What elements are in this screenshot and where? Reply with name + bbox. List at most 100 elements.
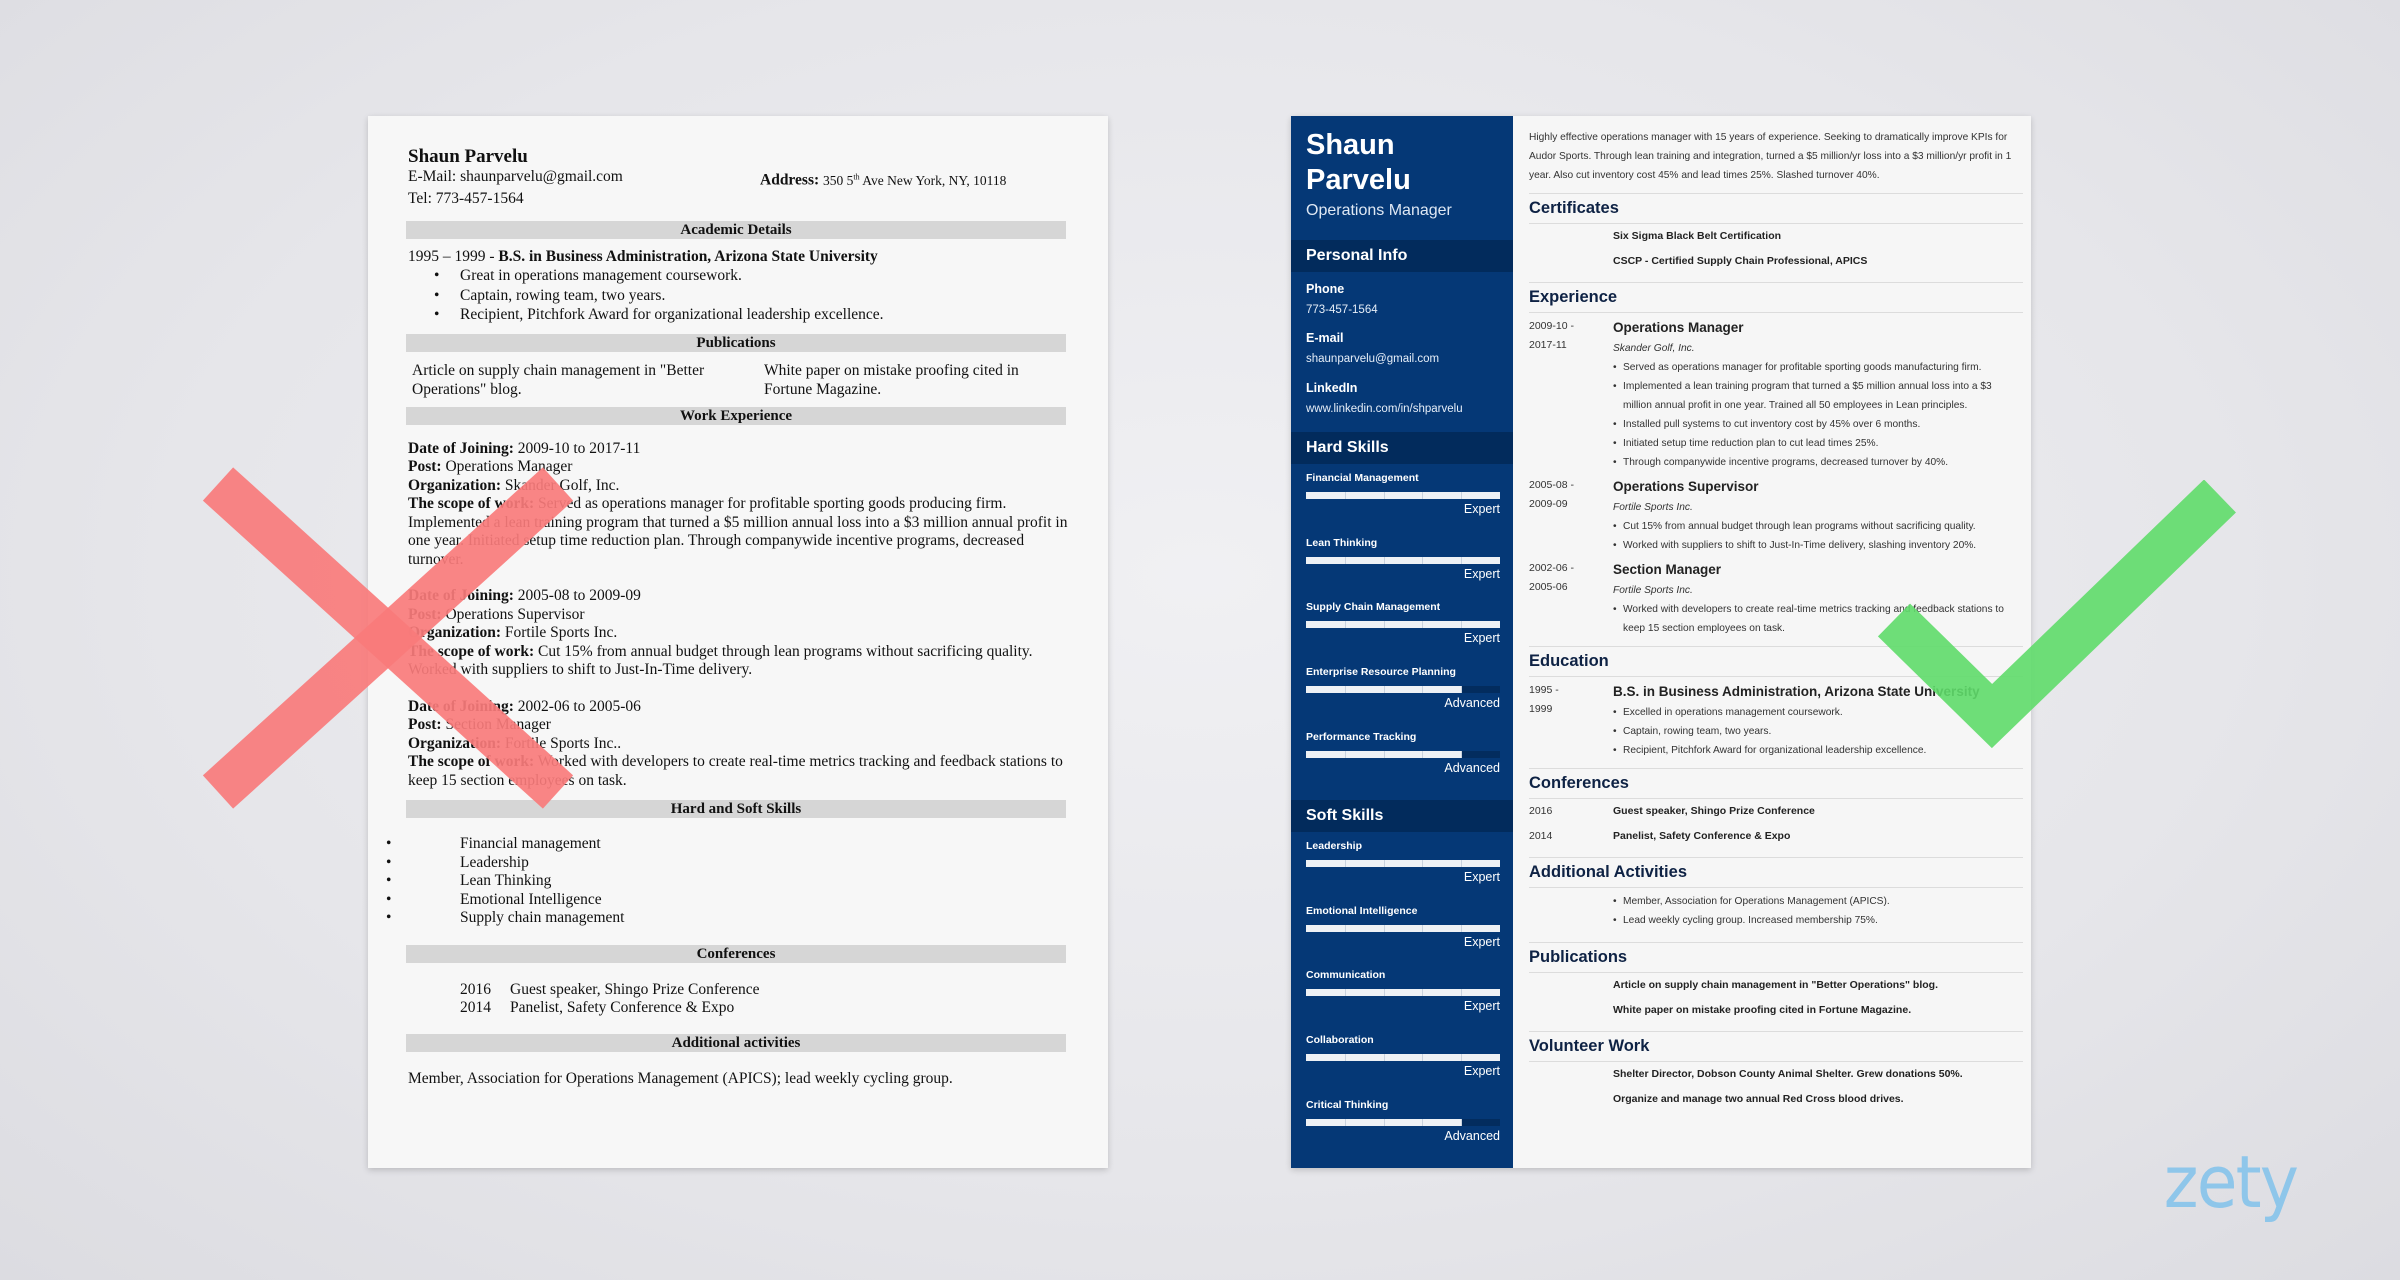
list-item: Lean Thinking: [386, 872, 1068, 891]
volunteer-list: Shelter Director, Dobson County Animal S…: [1529, 1062, 2023, 1112]
list-item: Recipient, Pitchfork Award for organizat…: [1613, 741, 2023, 760]
skill-bar-tick: [1461, 621, 1463, 629]
skill-bar-tick: [1422, 686, 1424, 694]
experience-heading: Experience: [1529, 282, 2023, 313]
skill-level-label: Expert: [1463, 934, 1500, 949]
skill-level-bar: [1306, 860, 1500, 867]
conference-item: 2014 Panelist, Safety Conference & Expo: [1529, 830, 1791, 842]
skill-item: Performance Tracking Advanced: [1306, 729, 1500, 793]
phone-label: Phone: [1306, 282, 1345, 296]
conferences-heading: Conferences: [1529, 768, 2023, 799]
skill-bar-tick: [1344, 989, 1346, 997]
section-bar-academic: Academic Details: [406, 220, 1066, 239]
list-item: Great in operations management coursewor…: [434, 266, 1068, 286]
bad-conferences: 2016 Guest speaker, Shingo Prize Conferen…: [408, 981, 1068, 1018]
bad-job-entry: Date of Joining: 2009-10 to 2017-11 Post…: [408, 439, 1068, 568]
skill-bar-tick: [1461, 860, 1463, 867]
resume-name: Shaun Parvelu: [1306, 129, 1411, 196]
skill-level-bar: [1306, 924, 1500, 932]
list-item: Lead weekly cycling group. Increased mem…: [1613, 911, 2023, 930]
skill-bar-tick: [1422, 860, 1424, 867]
company-name: Fortile Sports Inc.: [1613, 585, 1693, 596]
conference-item: 2014 Panelist, Safety Conference & Expo: [460, 999, 735, 1016]
personal-info-heading: Personal Info: [1291, 240, 1513, 272]
email-value: shaunparvelu@gmail.com: [460, 168, 623, 185]
skill-item: Communication Expert: [1306, 967, 1500, 1031]
education-heading: Education: [1529, 646, 2023, 677]
skill-bar-tick: [1344, 556, 1346, 564]
list-item: Through companywide incentive programs, …: [1613, 453, 2023, 472]
list-item: Financial management: [386, 835, 1068, 854]
skill-bar-tick: [1422, 621, 1424, 629]
skill-level-bar: [1306, 1118, 1500, 1126]
volunteer-heading: Volunteer Work: [1529, 1031, 2023, 1062]
skill-item: Emotional Intelligence Expert: [1306, 903, 1500, 967]
address-label: Address:: [760, 171, 820, 189]
list-item: Worked with developers to create real-ti…: [1613, 600, 2023, 638]
skill-bar-tick: [1383, 989, 1385, 997]
skill-bar-tick: [1344, 924, 1346, 932]
skill-level-label: Expert: [1463, 502, 1500, 516]
skill-bar-tick: [1461, 1054, 1463, 1062]
skill-name: Lean Thinking: [1306, 536, 1378, 549]
volunteer-item: Shelter Director, Dobson County Animal S…: [1613, 1068, 1963, 1080]
skill-bar-tick: [1344, 492, 1346, 499]
skill-bar-tick: [1344, 750, 1346, 758]
hard-skills-heading: Hard Skills: [1291, 432, 1513, 464]
list-item: Leadership: [386, 854, 1068, 873]
skill-level-fill: [1306, 1054, 1500, 1062]
experience-list: 2009-10 -2017-11 Operations Manager Skande…: [1529, 313, 2023, 638]
skill-name: Collaboration: [1306, 1034, 1374, 1047]
job-title: Operations Supervisor: [1613, 479, 1759, 494]
skill-bar-tick: [1344, 621, 1346, 629]
skill-level-fill: [1306, 492, 1500, 499]
skill-bar-tick: [1461, 492, 1463, 499]
skill-bar-tick: [1461, 750, 1463, 758]
skill-item: Collaboration Expert: [1306, 1032, 1500, 1096]
resume-main-column: Highly effective operations manager with…: [1529, 128, 2023, 1112]
linkedin-value: www.linkedin.com/in/shparvelu: [1306, 403, 1463, 415]
conference-item: 2016 Guest speaker, Shingo Prize Conferen…: [460, 980, 760, 998]
email-label: E-Mail:: [408, 168, 457, 185]
skill-bar-tick: [1422, 1118, 1424, 1126]
list-item: Member, Association for Operations Manag…: [1613, 892, 2023, 911]
conferences-list: 2016 Guest speaker, Shingo Prize Conferen…: [1529, 799, 2023, 849]
certificates-heading: Certificates: [1529, 193, 2023, 224]
bad-activities: Member, Association for Operations Manag…: [408, 1069, 953, 1087]
company-name: Skander Golf, Inc.: [1613, 343, 1695, 354]
education-entry: 1995 -1999 B.S. in Business Administrati…: [1529, 677, 2023, 760]
bad-resume-document: Shaun Parvelu E-Mail: shaunparvelu@gmail…: [368, 116, 1108, 1168]
job-title: Operations Manager: [1613, 320, 1744, 335]
publication-item: White paper on mistake proofing cited in…: [1613, 1004, 1912, 1016]
good-resume-document: Shaun Parvelu Operations Manager Personal…: [1291, 116, 2031, 1168]
experience-entry: 2009-10 -2017-11 Operations Manager Skande…: [1529, 317, 2023, 472]
skill-level-bar: [1306, 621, 1500, 629]
skill-level-fill: [1306, 924, 1500, 932]
resume-summary: Highly effective operations manager with…: [1529, 132, 2012, 181]
skill-level-label: Expert: [1463, 999, 1500, 1014]
publications-heading: Publications: [1529, 942, 2023, 973]
skill-level-bar: [1306, 1054, 1500, 1062]
skill-level-label: Expert: [1463, 631, 1500, 646]
list-item: Excelled in operations management course…: [1613, 703, 2023, 722]
education-dates: 1995 -1999: [1529, 684, 1559, 715]
skill-bar-tick: [1383, 621, 1385, 629]
volunteer-item: Organize and manage two annual Red Cross…: [1613, 1093, 1904, 1105]
skill-item: Supply Chain Management Expert: [1306, 599, 1500, 663]
skill-bar-tick: [1383, 686, 1385, 694]
skill-bar-tick: [1383, 556, 1385, 564]
skill-name: Enterprise Resource Planning: [1306, 666, 1456, 679]
list-item: Initiated setup time reduction plan to c…: [1613, 434, 2023, 453]
skill-level-label: Advanced: [1444, 696, 1500, 711]
skill-name: Emotional Intelligence: [1306, 904, 1418, 917]
bad-resume-name: Shaun Parvelu: [408, 146, 528, 167]
resume-sidebar: Shaun Parvelu Operations Manager Personal…: [1291, 116, 1513, 1168]
skill-name: Leadership: [1306, 840, 1363, 852]
education-degree: B.S. in Business Administration, Arizona…: [1613, 684, 1980, 699]
skill-bar-tick: [1461, 686, 1463, 694]
skill-bar-tick: [1422, 924, 1424, 932]
skill-level-label: Expert: [1463, 870, 1500, 884]
skill-level-bar: [1306, 492, 1500, 499]
activities-list: Member, Association for Operations Manag…: [1529, 888, 2023, 934]
skill-bar-tick: [1422, 750, 1424, 758]
